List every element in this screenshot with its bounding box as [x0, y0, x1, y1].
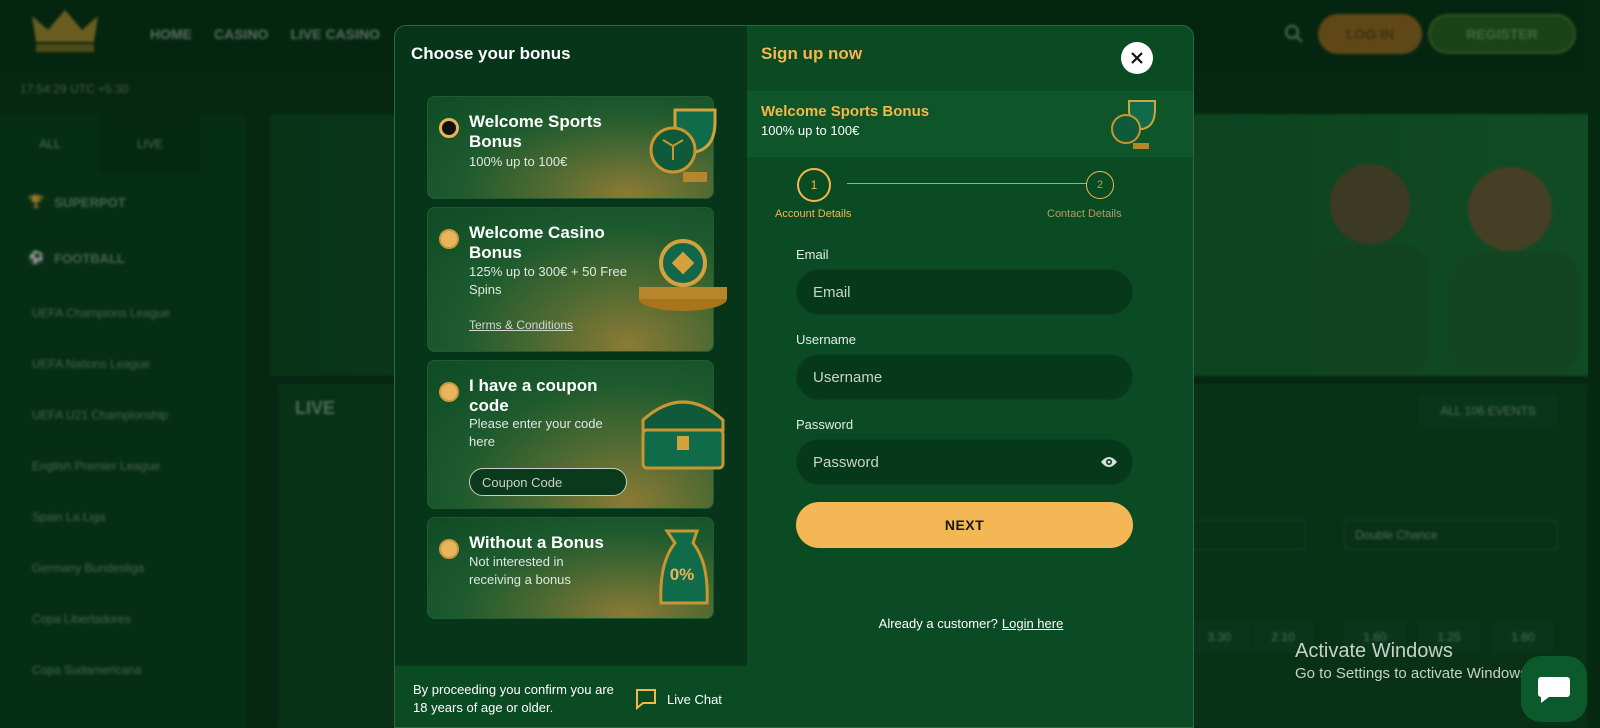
- bonus-radio[interactable]: [439, 539, 459, 559]
- trophy-icon: 🏆: [28, 194, 45, 209]
- show-password-icon[interactable]: [1100, 455, 1118, 469]
- modal-footer: By proceeding you confirm you are 18 yea…: [395, 666, 747, 727]
- sports-sidebar: ALL LIVE 🏆 SUPERPOT ⚽ FOOTBALL UEFA Champi…: [0, 114, 246, 728]
- bonus-chooser: Choose your bonus Welcome Sports Bonus 1…: [395, 26, 747, 727]
- bonus-desc: 125% up to 300€ + 50 Free Spins: [469, 264, 627, 297]
- search-icon[interactable]: [1284, 24, 1304, 44]
- odd-button[interactable]: 3.30: [1188, 620, 1250, 654]
- login-prompt: Already a customer? Login here: [747, 616, 1193, 631]
- password-field[interactable]: [796, 439, 1133, 485]
- age-confirmation-text: By proceeding you confirm you are 18 yea…: [413, 682, 614, 715]
- password-label: Password: [796, 417, 854, 432]
- signup-form-panel: Sign up now Welcome Sports Bonus 100% up…: [747, 26, 1193, 727]
- bonus-radio-selected[interactable]: [439, 118, 459, 138]
- treasure-chest-icon: [641, 400, 725, 470]
- football-icon: ⚽: [28, 250, 45, 265]
- username-label: Username: [796, 332, 856, 347]
- sidebar-league[interactable]: Spain La Liga: [32, 510, 105, 524]
- selected-bonus-desc: 100% up to 100€: [761, 123, 860, 138]
- bonus-title: Welcome Casino Bonus: [469, 223, 605, 262]
- windows-activation-watermark: Activate Windows Go to Settings to activ…: [1295, 640, 1532, 682]
- clock: 17:54:29 UTC +5:30: [20, 82, 129, 96]
- market-dropdown[interactable]: [1186, 520, 1306, 550]
- sidebar-league[interactable]: UEFA Champions League: [32, 306, 170, 320]
- sidebar-item-label: FOOTBALL: [54, 250, 125, 266]
- selected-bonus-title: Welcome Sports Bonus: [761, 103, 930, 120]
- bonus-title: Welcome Sports Bonus: [469, 112, 602, 151]
- signup-modal: Choose your bonus Welcome Sports Bonus 1…: [394, 25, 1194, 728]
- bonus-card-coupon[interactable]: I have a coupon code Please enter your c…: [427, 360, 725, 509]
- sidebar-league[interactable]: UEFA U21 Championship: [32, 408, 168, 422]
- sidebar-item-label: SUPERPOT: [54, 194, 126, 210]
- sidebar-league[interactable]: Copa Sudamericana: [32, 663, 141, 677]
- bonus-title: I have a coupon code: [469, 376, 598, 415]
- coupon-code-input[interactable]: [469, 468, 627, 496]
- crown-logo: [32, 10, 98, 52]
- main-nav: HOME CASINO LIVE CASINO: [150, 26, 380, 42]
- bonus-card-sports[interactable]: Welcome Sports Bonus 100% up to 100€: [427, 96, 717, 199]
- selected-bonus-banner: Welcome Sports Bonus 100% up to 100€: [747, 91, 1193, 157]
- bonus-card-casino[interactable]: Welcome Casino Bonus 125% up to 300€ + 5…: [427, 207, 727, 352]
- nav-home[interactable]: HOME: [150, 26, 192, 42]
- email-field[interactable]: [796, 269, 1133, 315]
- sidebar-league[interactable]: UEFA Nations League: [32, 357, 150, 371]
- step-2-label: Contact Details: [1047, 208, 1122, 220]
- live-heading: LIVE: [295, 398, 336, 418]
- next-button[interactable]: NEXT: [796, 502, 1133, 548]
- zero-percent-bag-icon: 0%: [655, 527, 709, 609]
- email-label: Email: [796, 247, 829, 262]
- bonus-radio[interactable]: [439, 382, 459, 402]
- tab-all[interactable]: ALL: [0, 114, 100, 174]
- watermark-line-2: Go to Settings to activate Windows.: [1295, 665, 1532, 682]
- casino-chip-icon: [639, 239, 727, 311]
- terms-link[interactable]: Terms & Conditions: [469, 318, 573, 332]
- close-button[interactable]: [1121, 42, 1153, 74]
- bonus-title: Without a Bonus: [469, 533, 604, 552]
- nav-casino[interactable]: CASINO: [214, 26, 268, 42]
- trophy-ball-icon: [649, 108, 717, 182]
- tab-live[interactable]: LIVE: [100, 114, 200, 174]
- sidebar-league[interactable]: Copa Libertadores: [32, 612, 131, 626]
- step-1-indicator: 1: [797, 168, 831, 202]
- sidebar-league[interactable]: English Premier League: [32, 459, 160, 473]
- sidebar-league[interactable]: Germany Bundesliga: [32, 561, 144, 575]
- chat-launcher-button[interactable]: [1521, 656, 1587, 722]
- bonus-desc: Not interested in receiving a bonus: [469, 554, 571, 587]
- chat-bubble-icon: [636, 689, 656, 710]
- nav-live-casino[interactable]: LIVE CASINO: [290, 26, 379, 42]
- signup-heading: Sign up now: [761, 44, 863, 63]
- trophy-ball-icon: [1111, 100, 1156, 149]
- bonus-desc: Please enter your code here: [469, 416, 603, 449]
- register-label: REGISTER: [1466, 26, 1538, 42]
- all-events-button[interactable]: ALL 106 EVENTS: [1418, 394, 1558, 428]
- step-2-indicator: 2: [1086, 171, 1114, 199]
- bonus-heading: Choose your bonus: [411, 44, 571, 63]
- page-scrollbar[interactable]: [1588, 0, 1600, 728]
- bonus-desc: 100% up to 100€: [469, 154, 568, 169]
- already-customer-text: Already a customer?: [878, 616, 998, 631]
- login-here-link[interactable]: Login here: [1002, 616, 1063, 631]
- live-chat-label: Live Chat: [667, 691, 722, 707]
- stepper-line: [847, 183, 1087, 184]
- chat-icon: [1538, 677, 1570, 703]
- double-chance-dropdown[interactable]: Double Chance: [1344, 520, 1558, 550]
- live-chat-button[interactable]: Live Chat: [635, 688, 722, 710]
- bonus-radio[interactable]: [439, 229, 459, 249]
- signup-stepper: 1 2 Account Details Contact Details: [747, 166, 1193, 226]
- watermark-line-1: Activate Windows: [1295, 640, 1453, 662]
- sidebar-item-superpot[interactable]: 🏆 SUPERPOT: [28, 194, 126, 210]
- login-button[interactable]: LOG IN: [1318, 14, 1422, 54]
- zero-percent-text: 0%: [669, 565, 695, 584]
- sidebar-item-football[interactable]: ⚽ FOOTBALL: [28, 250, 125, 266]
- bonus-card-none[interactable]: Without a Bonus Not interested in receiv…: [427, 517, 714, 619]
- close-icon: [1131, 52, 1143, 64]
- step-1-label: Account Details: [775, 208, 852, 220]
- register-button[interactable]: REGISTER: [1428, 14, 1576, 54]
- sidebar-tabs: ALL LIVE: [0, 114, 246, 174]
- username-field[interactable]: [796, 354, 1133, 400]
